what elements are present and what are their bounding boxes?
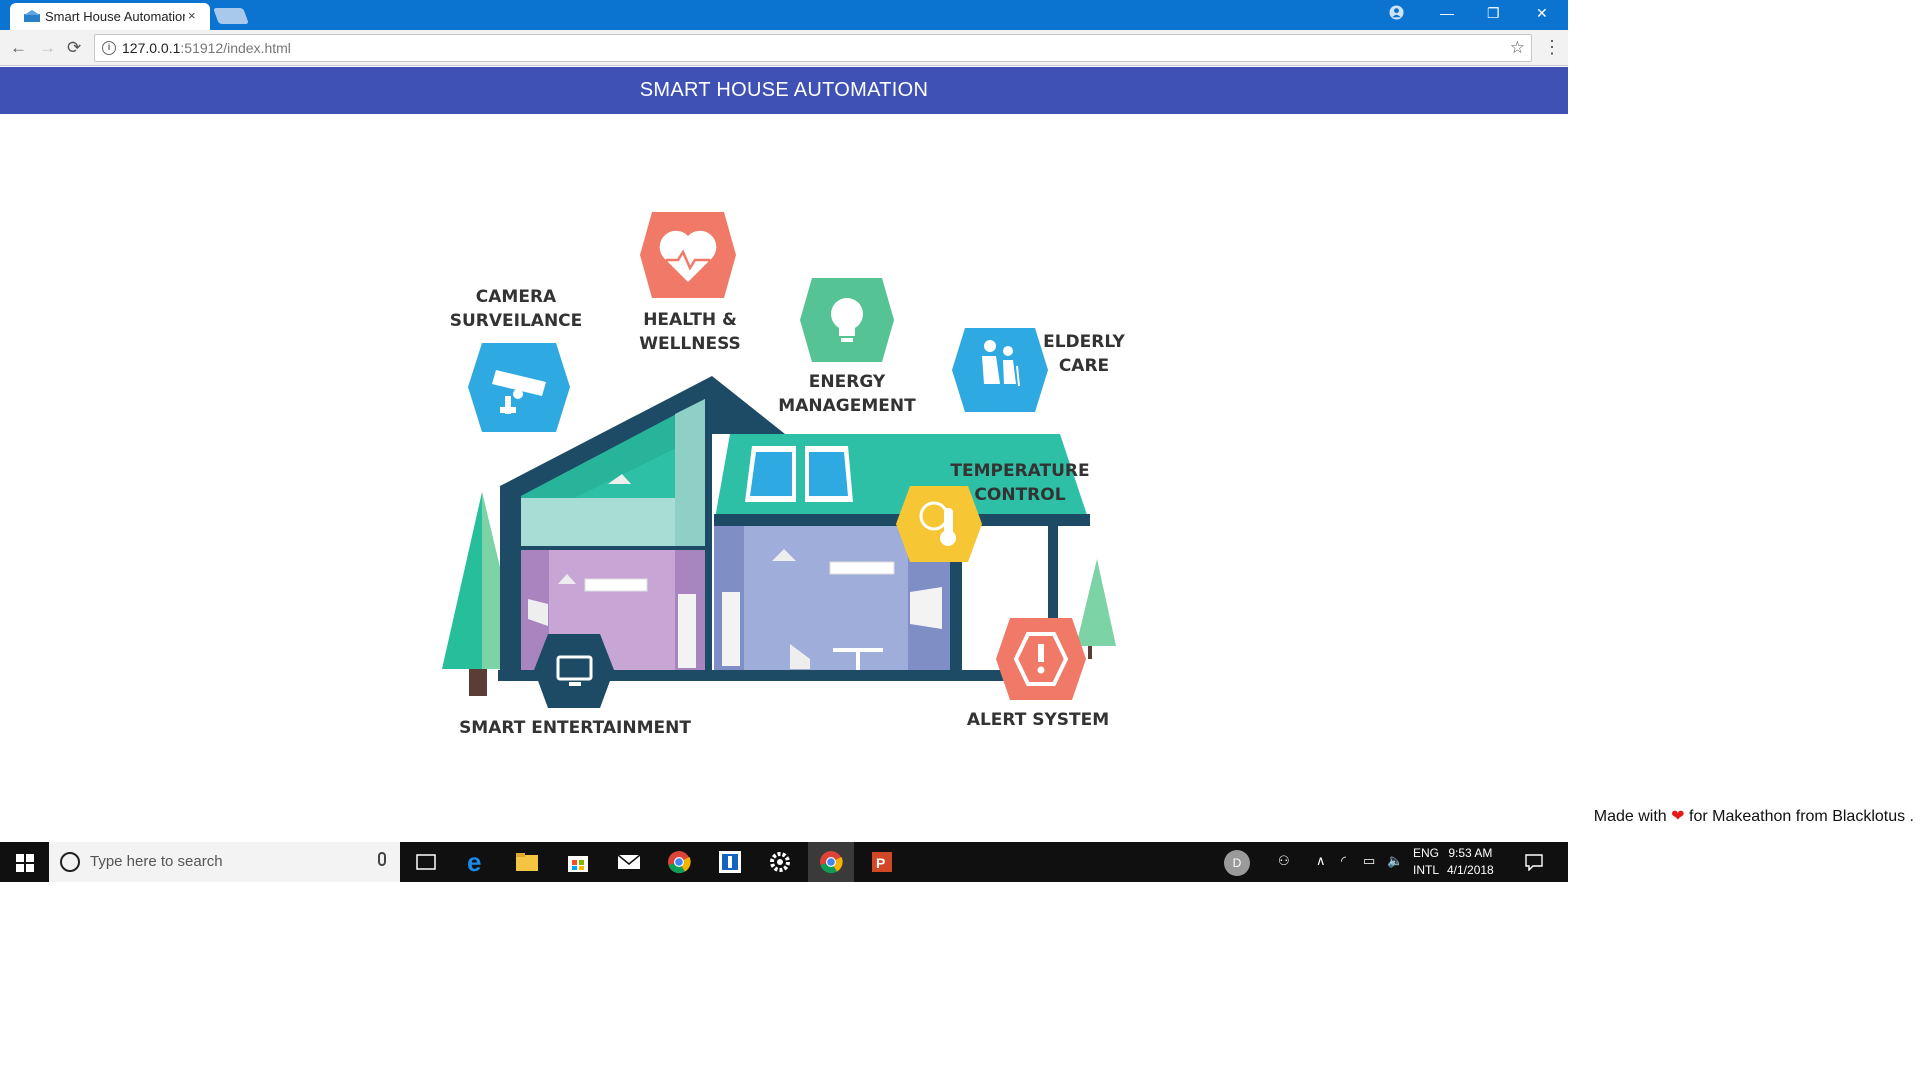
browser-tab[interactable]: Smart House Automation × [10,3,210,30]
cortana-icon [60,852,80,872]
heart-icon: ❤ [1671,808,1685,825]
forward-button[interactable]: → [39,38,56,58]
camera-hex-icon [468,343,570,432]
new-tab-icon[interactable] [213,8,249,24]
start-icon[interactable] [16,854,34,872]
svg-text:P: P [876,855,885,871]
windows-taskbar: Type here to search e P D ⚇ ∧ ◜ ▭ 🔈 ENG I… [0,842,1568,882]
people-icon[interactable]: ⚇ [1278,853,1290,869]
camera-surveilance-label: CAMERA SURVEILANCE [449,287,583,331]
minimize-button[interactable]: — [1440,5,1454,21]
elderly-care-label: ELDERLY CARE [1043,332,1125,376]
volume-icon[interactable]: 🔈 [1387,853,1403,869]
user-avatar[interactable]: D [1224,850,1250,876]
tree-right [1076,559,1116,659]
alert-system-label: ALERT SYSTEM [966,710,1110,730]
microphone-icon[interactable] [378,852,386,866]
tab-favicon [24,10,40,22]
powerpoint-icon[interactable]: P [868,848,896,876]
health-wellness-label: HEALTH & WELLNESS [639,310,741,354]
url-text: 127.0.0.1:51912/index.html [122,40,291,56]
task-view-icon[interactable] [412,848,440,876]
close-window-button[interactable]: ✕ [1536,5,1548,22]
address-bar[interactable]: i 127.0.0.1:51912/index.html ☆ [94,34,1532,62]
network-icon[interactable]: ◜ [1341,853,1346,869]
bookmark-star-icon[interactable]: ☆ [1510,38,1525,58]
temperature-control-label: TEMPERATURE CONTROL [950,461,1090,505]
search-placeholder: Type here to search [90,853,223,870]
chrome-icon[interactable] [665,848,693,876]
page-footer: Made with ❤ for Makeathon from Blacklotu… [1594,806,1914,826]
mail-icon[interactable] [615,848,643,876]
maximize-button[interactable]: ❐ [1487,5,1500,22]
edge-icon[interactable]: e [463,848,491,876]
language-indicator[interactable]: ENG INTL [1413,845,1439,879]
battery-icon[interactable]: ▭ [1363,853,1375,869]
browser-titlebar: Smart House Automation × — ❐ ✕ [0,0,1568,30]
file-explorer-icon[interactable] [513,848,541,876]
profile-icon[interactable] [1389,5,1404,20]
health-hex-icon [640,212,736,298]
chrome-active-icon[interactable] [817,848,845,876]
energy-hex-icon [800,278,894,362]
alert-hex-icon [996,618,1086,700]
svg-text:e: e [467,848,481,876]
energy-management-label: ENERGY MANAGEMENT [778,372,916,416]
info-icon[interactable]: i [102,41,116,55]
tab-title: Smart House Automation [45,9,185,24]
settings-icon[interactable] [766,848,794,876]
action-center-icon[interactable] [1525,854,1543,871]
browser-menu-icon[interactable]: ⋮ [1543,37,1561,58]
smart-entertainment-label: SMART ENTERTAINMENT [459,718,691,738]
smart-house-illustration [442,212,1116,708]
taskbar-search[interactable]: Type here to search [49,842,400,882]
browser-toolbar: ← → ⟳ i 127.0.0.1:51912/index.html ☆ [0,30,1568,66]
reload-button[interactable]: ⟳ [67,38,81,58]
clock[interactable]: 9:53 AM 4/1/2018 [1447,845,1494,879]
footer-prefix: Made with [1593,808,1667,825]
store-icon[interactable] [564,848,592,876]
app-icon[interactable] [716,848,744,876]
back-button[interactable]: ← [10,38,27,58]
footer-suffix: for Makeathon from Blacklotus . [1689,808,1914,825]
tab-close-icon[interactable]: × [188,8,196,23]
show-hidden-icons-chevron-icon[interactable]: ∧ [1316,853,1326,869]
entertainment-hex-icon [534,634,614,708]
page-header: SMART HOUSE AUTOMATION [0,67,1568,114]
